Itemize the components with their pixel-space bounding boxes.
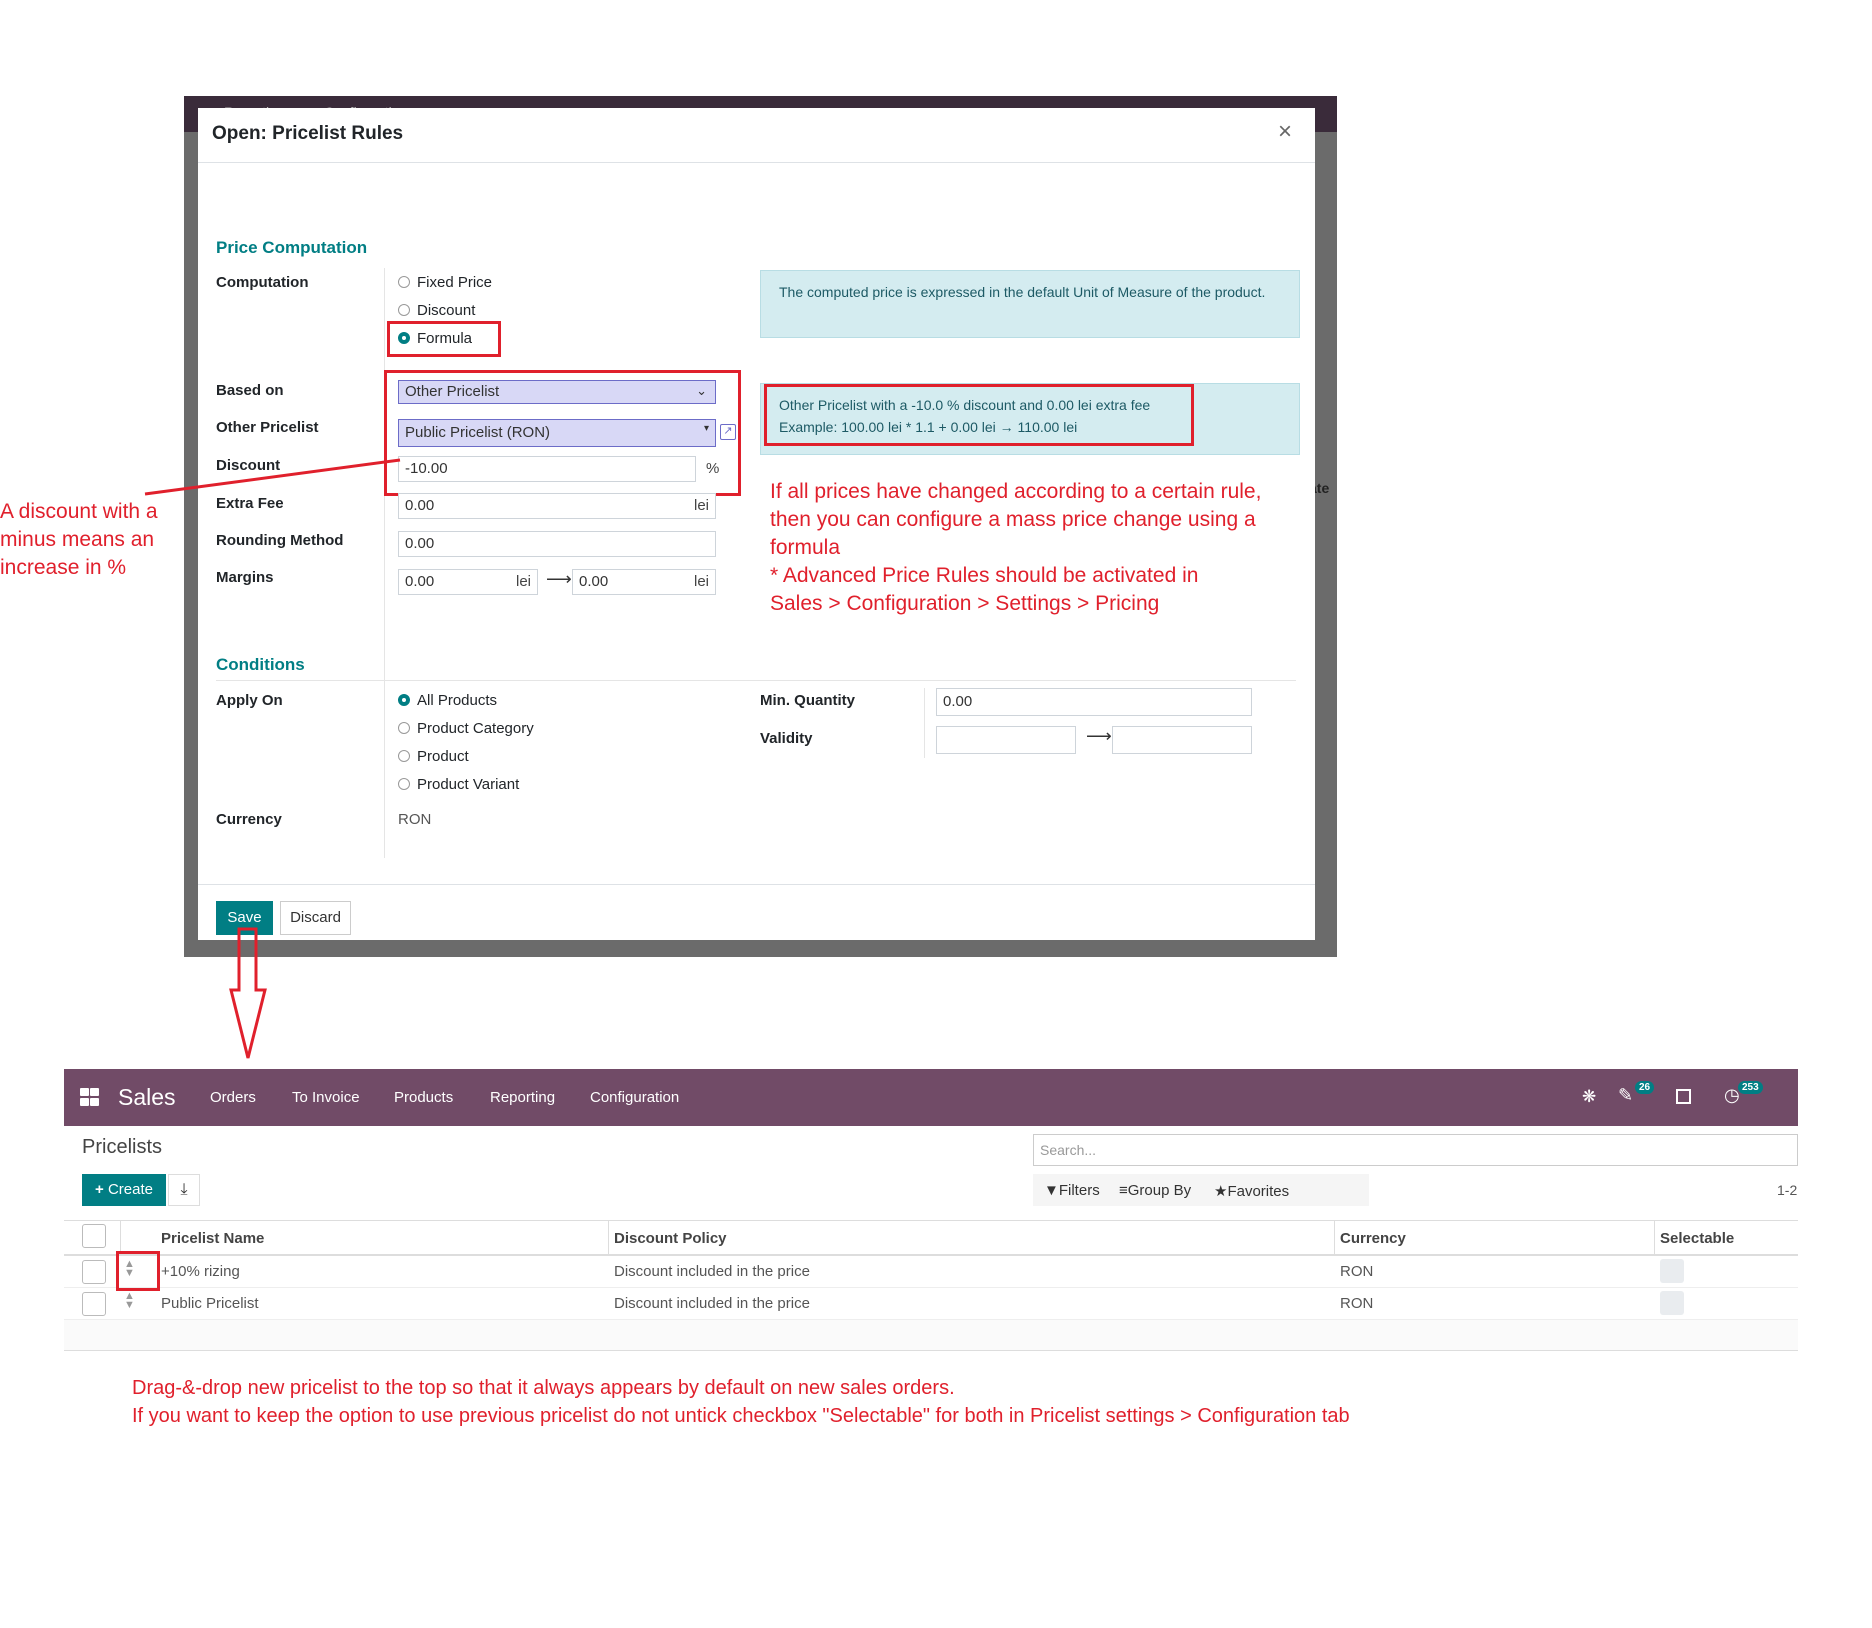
table-footer [64, 1320, 1798, 1351]
download-icon[interactable]: ⤓ [168, 1174, 200, 1206]
table-top-border [64, 1220, 1798, 1221]
app-name[interactable]: Sales [118, 1084, 176, 1111]
column-header-discount-policy[interactable]: Discount Policy [614, 1230, 727, 1247]
activity-count-badge: 253 [1738, 1081, 1763, 1094]
column-divider [608, 1220, 609, 1254]
column-header-name[interactable]: Pricelist Name [161, 1230, 264, 1247]
row-currency: RON [1340, 1295, 1374, 1312]
table-row[interactable]: ▲ ▼ Public Pricelist Discount included in… [64, 1288, 1798, 1320]
discount-pointer-line [144, 458, 401, 496]
favorites-button[interactable]: ★Favorites [1214, 1182, 1289, 1200]
search-input[interactable]: Search... [1033, 1134, 1798, 1166]
list-icon: ≡ [1119, 1182, 1128, 1199]
column-header-selectable[interactable]: Selectable [1660, 1230, 1734, 1247]
row-currency: RON [1340, 1263, 1374, 1280]
drag-drop-annotation: Drag-&-drop new pricelist to the top so … [132, 1377, 1350, 1427]
menu-orders[interactable]: Orders [210, 1089, 256, 1106]
create-button[interactable]: + Create [82, 1174, 166, 1206]
menu-products[interactable]: Products [394, 1089, 453, 1106]
star-icon: ★ [1214, 1183, 1228, 1200]
sales-navbar: Sales Orders To Invoice Products Reporti… [64, 1069, 1798, 1126]
drag-handle-icon[interactable]: ▲ ▼ [124, 1291, 135, 1311]
pricelists-view: Pricelists + Create ⤓ Search... ▼Filters… [64, 1126, 1798, 1352]
row-checkbox[interactable] [82, 1260, 106, 1284]
row-discount-policy: Discount included in the price [614, 1295, 810, 1312]
menu-configuration[interactable]: Configuration [590, 1089, 679, 1106]
pager-value[interactable]: 1-2 [1777, 1182, 1797, 1198]
selectable-checkbox[interactable] [1660, 1291, 1684, 1315]
plus-icon: + [95, 1181, 104, 1198]
apps-menu-icon[interactable] [80, 1088, 100, 1108]
table-row[interactable]: ▲ ▼ +10% rizing Discount included in the … [64, 1256, 1798, 1288]
column-header-currency[interactable]: Currency [1340, 1230, 1406, 1247]
chat-icon[interactable]: ✎ [1618, 1085, 1633, 1106]
row-checkbox[interactable] [82, 1292, 106, 1316]
row-name: Public Pricelist [161, 1295, 259, 1312]
row-discount-policy: Discount included in the price [614, 1263, 810, 1280]
column-divider [1654, 1220, 1655, 1254]
filters-button[interactable]: ▼Filters [1044, 1182, 1100, 1199]
group-by-button[interactable]: ≡Group By [1119, 1182, 1191, 1199]
column-divider [1334, 1220, 1335, 1254]
menu-reporting[interactable]: Reporting [490, 1089, 555, 1106]
breadcrumb: Pricelists [82, 1136, 163, 1158]
down-arrow-icon [229, 927, 267, 1059]
bug-icon[interactable]: ❋ [1582, 1087, 1596, 1107]
row-name: +10% rizing [161, 1263, 240, 1280]
menu-to-invoice[interactable]: To Invoice [292, 1089, 360, 1106]
filter-icon: ▼ [1044, 1182, 1059, 1199]
column-divider [120, 1220, 121, 1254]
chat-count-badge: 26 [1635, 1081, 1655, 1094]
drag-handle-highlight-box [116, 1251, 160, 1291]
selectable-checkbox[interactable] [1660, 1259, 1684, 1283]
select-all-checkbox[interactable] [82, 1224, 106, 1248]
qr-icon[interactable] [1676, 1089, 1691, 1104]
